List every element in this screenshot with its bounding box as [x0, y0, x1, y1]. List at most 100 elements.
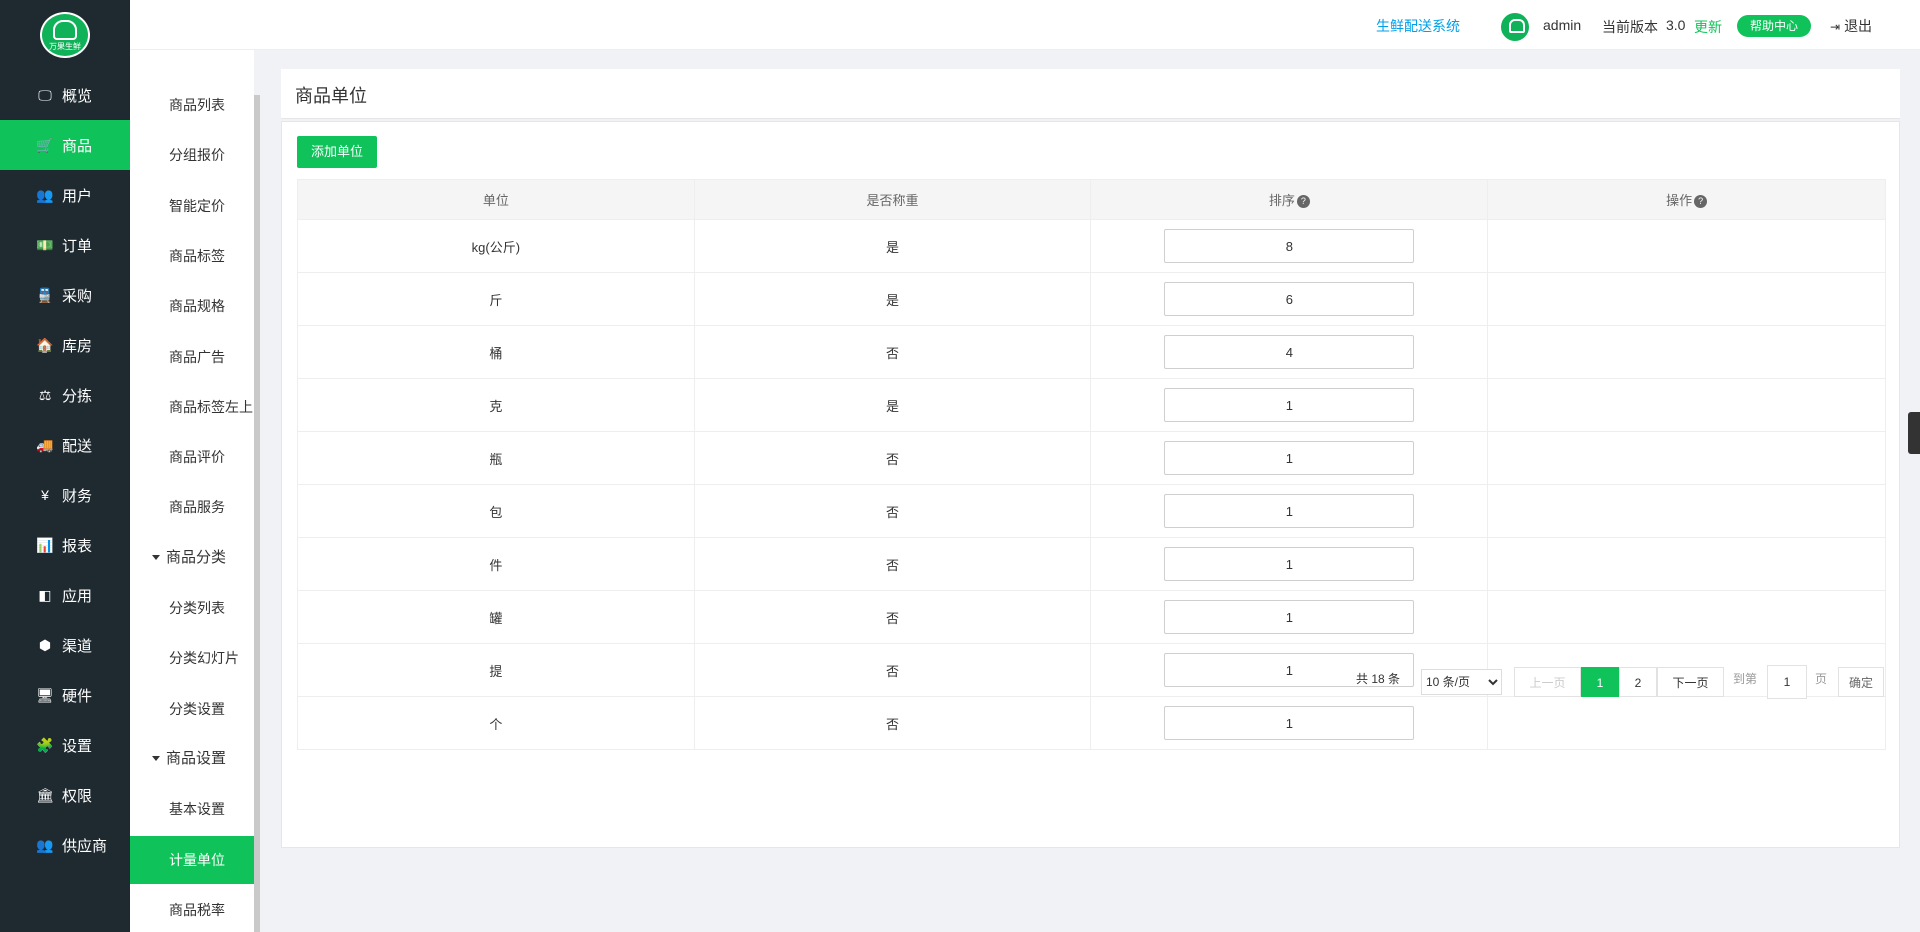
- scale-icon: ⚖: [38, 386, 52, 403]
- page-size-select[interactable]: 10 条/页: [1421, 669, 1502, 695]
- nav-item-11[interactable]: ⬢ 渠道: [0, 620, 130, 670]
- sub-sidebar-scrollbar[interactable]: [254, 95, 260, 932]
- page-title-card: 商品单位: [281, 69, 1900, 119]
- nav-item-9[interactable]: 📊 报表: [0, 520, 130, 570]
- nav-item-0[interactable]: 🖵 概览: [0, 70, 130, 120]
- sort-cell: [1090, 696, 1489, 750]
- page-1-button[interactable]: 1: [1581, 667, 1619, 697]
- logout-label: 退出: [1844, 18, 1873, 34]
- subnav-item-6[interactable]: 商品标签左上: [130, 383, 254, 431]
- subnav-item-2[interactable]: 智能定价: [130, 182, 254, 230]
- unit-cell: 瓶: [297, 431, 695, 485]
- nav-item-6[interactable]: ⚖ 分拣: [0, 370, 130, 420]
- subnav-item-4[interactable]: 商品规格: [130, 282, 254, 330]
- subnav-label: 分类设置: [169, 700, 225, 717]
- subnav-item-12[interactable]: 分类设置: [130, 685, 254, 733]
- subnav-label: 商品服务: [169, 499, 225, 516]
- unit-cell: 个: [297, 696, 695, 750]
- weighed-cell: 否: [693, 537, 1092, 591]
- table-row: 瓶否: [297, 431, 1886, 485]
- sort-input[interactable]: [1164, 282, 1415, 316]
- subnav-item-10[interactable]: 分类列表: [130, 584, 254, 632]
- subnav-group-13[interactable]: 商品设置: [130, 735, 254, 783]
- brand-logo[interactable]: 万果生鲜: [40, 12, 90, 58]
- help-center-button[interactable]: 帮助中心: [1737, 15, 1811, 37]
- sort-input[interactable]: [1164, 600, 1415, 634]
- sort-input[interactable]: [1164, 441, 1415, 475]
- nav-item-5[interactable]: 🏠 库房: [0, 320, 130, 370]
- nav-item-2[interactable]: 👥 用户: [0, 170, 130, 220]
- nav-item-label: 权限: [62, 787, 93, 805]
- subnav-item-16[interactable]: 商品税率: [130, 886, 254, 932]
- nav-item-label: 用户: [62, 187, 93, 205]
- weighed-cell: 否: [693, 325, 1092, 379]
- nav-item-1[interactable]: 🛒 商品: [0, 120, 130, 170]
- sort-input[interactable]: [1164, 229, 1415, 263]
- version-label: 当前版本: [1602, 19, 1658, 35]
- subnav-label: 智能定价: [169, 197, 225, 214]
- subnav-item-5[interactable]: 商品广告: [130, 333, 254, 381]
- weighed-cell: 否: [693, 643, 1092, 697]
- logout-icon: ⇥: [1830, 20, 1841, 34]
- nav-item-label: 概览: [62, 87, 93, 105]
- col-header-unit: 单位: [297, 179, 695, 220]
- table-row: 件否: [297, 537, 1886, 591]
- sort-input[interactable]: [1164, 388, 1415, 422]
- subnav-group-9[interactable]: 商品分类: [130, 534, 254, 582]
- page-2-button[interactable]: 2: [1619, 667, 1657, 697]
- nav-item-8[interactable]: ¥ 财务: [0, 470, 130, 520]
- username[interactable]: admin: [1543, 17, 1581, 33]
- system-link[interactable]: 生鲜配送系统: [1376, 16, 1460, 36]
- logout-button[interactable]: ⇥ 退出: [1830, 16, 1872, 36]
- sort-input[interactable]: [1164, 706, 1415, 740]
- sort-cell: [1090, 325, 1489, 379]
- actions-help-icon[interactable]: ?: [1694, 195, 1708, 209]
- cube-icon: ⬢: [38, 636, 52, 653]
- subnav-item-15[interactable]: 计量单位: [130, 835, 254, 884]
- nav-item-label: 硬件: [62, 687, 93, 705]
- nav-item-13[interactable]: 🧩 设置: [0, 720, 130, 770]
- table-row: 个否: [297, 696, 1886, 750]
- sort-input[interactable]: [1164, 494, 1415, 528]
- nav-item-14[interactable]: 🏛 权限: [0, 770, 130, 820]
- goto-confirm-button[interactable]: 确定: [1838, 667, 1884, 697]
- weighed-cell: 否: [693, 590, 1092, 644]
- goto-page-input[interactable]: [1767, 665, 1807, 699]
- sort-input[interactable]: [1164, 547, 1415, 581]
- nav-item-10[interactable]: ◧ 应用: [0, 570, 130, 620]
- subnav-label: 商品列表: [169, 97, 225, 113]
- avatar[interactable]: [1500, 12, 1530, 42]
- nav-item-4[interactable]: 🚆 采购: [0, 270, 130, 320]
- home-icon: 🏠: [36, 336, 54, 353]
- caret-down-icon: [152, 555, 160, 561]
- nav-item-15[interactable]: 👥 供应商: [0, 820, 130, 870]
- update-link[interactable]: 更新: [1694, 17, 1722, 37]
- actions-cell: [1487, 272, 1886, 326]
- subnav-item-8[interactable]: 商品服务: [130, 483, 254, 531]
- subnav-item-1[interactable]: 分组报价: [130, 131, 254, 179]
- nav-item-7[interactable]: 🚚 配送: [0, 420, 130, 470]
- subnav-item-14[interactable]: 基本设置: [130, 785, 254, 833]
- subnav-label: 商品设置: [166, 749, 227, 767]
- subnav-item-0[interactable]: 商品列表: [130, 81, 254, 129]
- supplier-icon: 👥: [36, 836, 54, 853]
- add-unit-button[interactable]: 添加单位: [297, 136, 377, 168]
- next-page-button[interactable]: 下一页: [1657, 667, 1724, 697]
- actions-cell: [1487, 378, 1886, 432]
- sort-cell: [1090, 272, 1489, 326]
- subnav-item-7[interactable]: 商品评价: [130, 433, 254, 481]
- floating-side-tab[interactable]: [1908, 412, 1920, 454]
- nav-item-3[interactable]: 💵 订单: [0, 220, 130, 270]
- subnav-item-11[interactable]: 分类幻灯片: [130, 634, 254, 682]
- prev-page-button[interactable]: 上一页: [1514, 667, 1581, 697]
- sort-input[interactable]: [1164, 335, 1415, 369]
- nav-item-12[interactable]: 🖥 硬件: [0, 670, 130, 720]
- unit-cell: 斤: [297, 272, 695, 326]
- actions-cell: [1487, 696, 1886, 750]
- subnav-item-3[interactable]: 商品标签: [130, 232, 254, 280]
- weighed-cell: 是: [693, 378, 1092, 432]
- subnav-label: 商品评价: [169, 449, 225, 466]
- subnav-label: 计量单位: [169, 851, 225, 868]
- sort-help-icon[interactable]: ?: [1296, 195, 1310, 209]
- subnav-label: 分类幻灯片: [169, 650, 239, 667]
